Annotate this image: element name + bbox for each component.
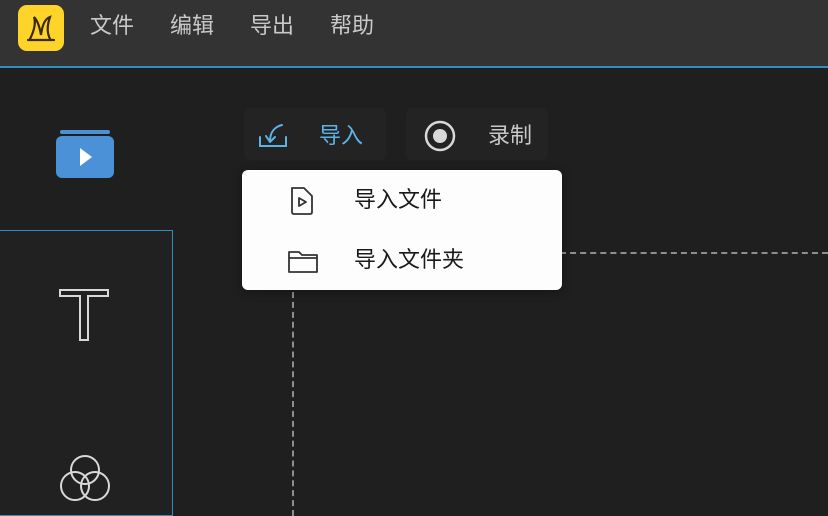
- import-label[interactable]: 导入: [319, 122, 363, 152]
- media-play-icon[interactable]: [54, 128, 116, 180]
- canvas-guide-vertical: [292, 292, 294, 516]
- import-icon[interactable]: [256, 121, 290, 151]
- menu-item-import-folder[interactable]: 导入文件夹: [242, 232, 562, 290]
- text-icon[interactable]: [56, 284, 112, 344]
- menu-help[interactable]: 帮助: [330, 12, 374, 42]
- app-logo: [18, 5, 64, 51]
- record-label[interactable]: 录制: [488, 122, 532, 152]
- record-icon[interactable]: [423, 119, 457, 153]
- menu-edit[interactable]: 编辑: [170, 12, 214, 42]
- file-video-icon: [291, 187, 313, 215]
- folder-icon: [288, 251, 318, 273]
- import-folder-label: 导入文件夹: [354, 248, 465, 273]
- filter-circles-icon[interactable]: [56, 453, 114, 505]
- import-file-label: 导入文件: [354, 188, 443, 213]
- bee-logo-icon: [26, 15, 56, 42]
- import-dropdown-menu: 导入文件 导入文件夹: [242, 170, 562, 290]
- canvas-guide-horizontal: [560, 252, 828, 254]
- menu-bar: 文件 编辑 导出 帮助: [0, 0, 828, 66]
- menu-item-import-file[interactable]: 导入文件: [242, 172, 562, 230]
- menu-export[interactable]: 导出: [250, 12, 294, 42]
- menu-file[interactable]: 文件: [90, 12, 134, 42]
